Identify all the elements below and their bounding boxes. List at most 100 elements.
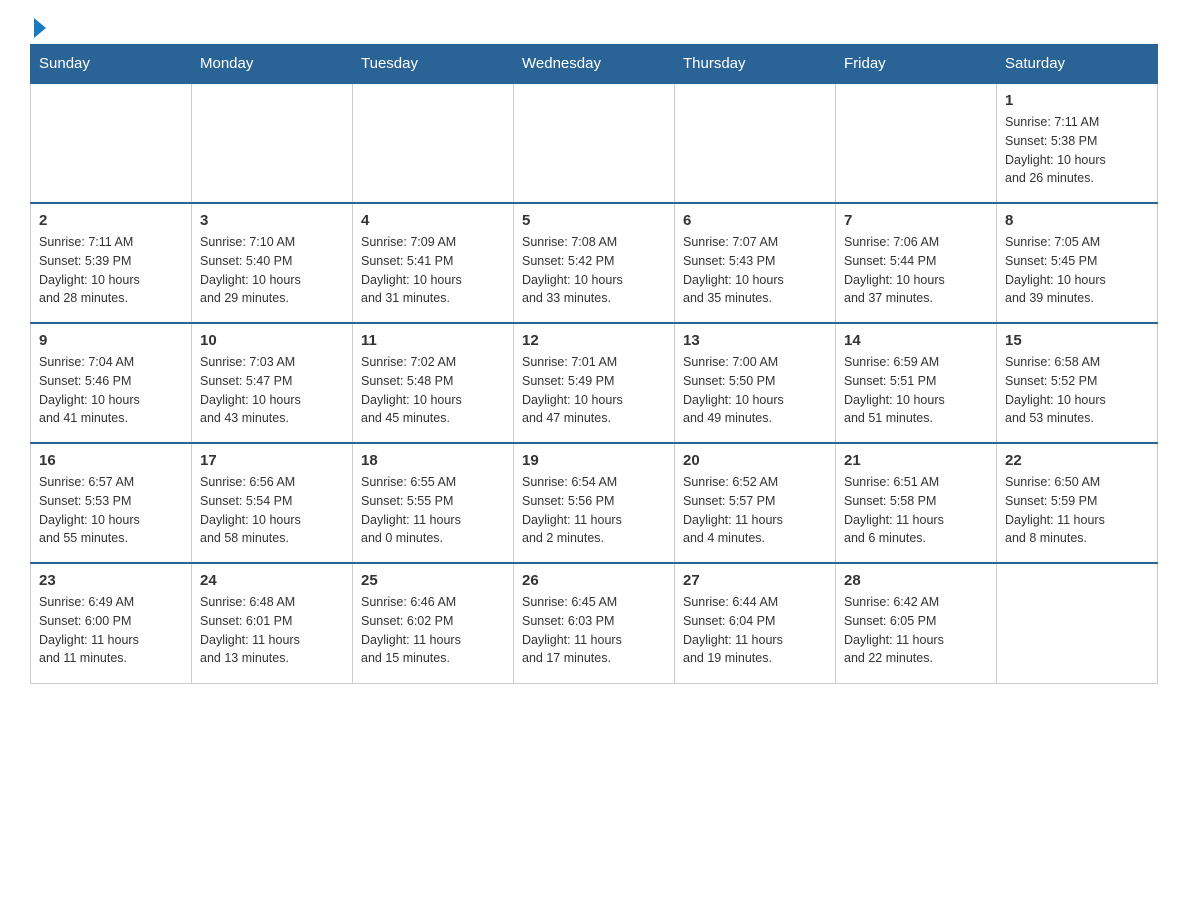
- calendar-cell: [997, 563, 1158, 683]
- day-number: 22: [1005, 452, 1149, 469]
- day-info: Sunrise: 6:48 AM Sunset: 6:01 PM Dayligh…: [200, 593, 344, 668]
- calendar-cell: 16 Sunrise: 6:57 AM Sunset: 5:53 PM Dayli…: [31, 443, 192, 563]
- day-number: 19: [522, 452, 666, 469]
- calendar-cell: 27 Sunrise: 6:44 AM Sunset: 6:04 PM Dayli…: [675, 563, 836, 683]
- calendar-cell: 6 Sunrise: 7:07 AM Sunset: 5:43 PM Daylig…: [675, 203, 836, 323]
- day-info: Sunrise: 7:09 AM Sunset: 5:41 PM Dayligh…: [361, 233, 505, 308]
- day-number: 12: [522, 332, 666, 349]
- day-number: 27: [683, 572, 827, 589]
- calendar-week-row: 9 Sunrise: 7:04 AM Sunset: 5:46 PM Daylig…: [31, 323, 1158, 443]
- day-number: 6: [683, 212, 827, 229]
- day-number: 26: [522, 572, 666, 589]
- day-info: Sunrise: 6:58 AM Sunset: 5:52 PM Dayligh…: [1005, 353, 1149, 428]
- calendar-cell: 14 Sunrise: 6:59 AM Sunset: 5:51 PM Dayli…: [836, 323, 997, 443]
- day-number: 3: [200, 212, 344, 229]
- calendar-cell: 17Sunrise: 6:56 AM Sunset: 5:54 PM Dayli…: [192, 443, 353, 563]
- day-info: Sunrise: 6:51 AM Sunset: 5:58 PM Dayligh…: [844, 473, 988, 548]
- day-info: Sunrise: 6:50 AM Sunset: 5:59 PM Dayligh…: [1005, 473, 1149, 548]
- calendar-week-row: 23 Sunrise: 6:49 AM Sunset: 6:00 PM Dayli…: [31, 563, 1158, 683]
- day-number: 8: [1005, 212, 1149, 229]
- calendar-cell: 22 Sunrise: 6:50 AM Sunset: 5:59 PM Dayli…: [997, 443, 1158, 563]
- calendar-cell: 4Sunrise: 7:09 AM Sunset: 5:41 PM Daylig…: [353, 203, 514, 323]
- day-number: 21: [844, 452, 988, 469]
- calendar-cell: 10 Sunrise: 7:03 AM Sunset: 5:47 PM Dayli…: [192, 323, 353, 443]
- calendar-cell: 11 Sunrise: 7:02 AM Sunset: 5:48 PM Dayli…: [353, 323, 514, 443]
- day-number: 23: [39, 572, 183, 589]
- day-number: 11: [361, 332, 505, 349]
- calendar-cell: 1 Sunrise: 7:11 AM Sunset: 5:38 PM Daylig…: [997, 83, 1158, 203]
- calendar-cell: 26Sunrise: 6:45 AM Sunset: 6:03 PM Dayli…: [514, 563, 675, 683]
- calendar-cell: 24 Sunrise: 6:48 AM Sunset: 6:01 PM Dayli…: [192, 563, 353, 683]
- day-number: 18: [361, 452, 505, 469]
- calendar-cell: 7 Sunrise: 7:06 AM Sunset: 5:44 PM Daylig…: [836, 203, 997, 323]
- day-number: 10: [200, 332, 344, 349]
- day-info: Sunrise: 6:56 AM Sunset: 5:54 PM Dayligh…: [200, 473, 344, 548]
- day-info: Sunrise: 7:08 AM Sunset: 5:42 PM Dayligh…: [522, 233, 666, 308]
- day-info: Sunrise: 6:55 AM Sunset: 5:55 PM Dayligh…: [361, 473, 505, 548]
- day-info: Sunrise: 6:42 AM Sunset: 6:05 PM Dayligh…: [844, 593, 988, 668]
- day-info: Sunrise: 6:46 AM Sunset: 6:02 PM Dayligh…: [361, 593, 505, 668]
- day-number: 20: [683, 452, 827, 469]
- logo: [30, 20, 46, 34]
- calendar-cell: 8Sunrise: 7:05 AM Sunset: 5:45 PM Daylig…: [997, 203, 1158, 323]
- calendar-cell: 19 Sunrise: 6:54 AM Sunset: 5:56 PM Dayli…: [514, 443, 675, 563]
- calendar-cell: [31, 83, 192, 203]
- calendar-cell: 25 Sunrise: 6:46 AM Sunset: 6:02 PM Dayli…: [353, 563, 514, 683]
- day-number: 9: [39, 332, 183, 349]
- calendar-cell: 15 Sunrise: 6:58 AM Sunset: 5:52 PM Dayli…: [997, 323, 1158, 443]
- day-info: Sunrise: 7:10 AM Sunset: 5:40 PM Dayligh…: [200, 233, 344, 308]
- day-info: Sunrise: 7:11 AM Sunset: 5:38 PM Dayligh…: [1005, 113, 1149, 188]
- column-header-wednesday: Wednesday: [514, 45, 675, 84]
- calendar-cell: 28 Sunrise: 6:42 AM Sunset: 6:05 PM Dayli…: [836, 563, 997, 683]
- day-number: 16: [39, 452, 183, 469]
- calendar-week-row: 1 Sunrise: 7:11 AM Sunset: 5:38 PM Daylig…: [31, 83, 1158, 203]
- calendar-cell: 13 Sunrise: 7:00 AM Sunset: 5:50 PM Dayli…: [675, 323, 836, 443]
- day-number: 2: [39, 212, 183, 229]
- calendar-cell: [353, 83, 514, 203]
- calendar-cell: 12 Sunrise: 7:01 AM Sunset: 5:49 PM Dayli…: [514, 323, 675, 443]
- column-header-tuesday: Tuesday: [353, 45, 514, 84]
- day-info: Sunrise: 6:44 AM Sunset: 6:04 PM Dayligh…: [683, 593, 827, 668]
- calendar-cell: 9 Sunrise: 7:04 AM Sunset: 5:46 PM Daylig…: [31, 323, 192, 443]
- calendar-week-row: 2 Sunrise: 7:11 AM Sunset: 5:39 PM Daylig…: [31, 203, 1158, 323]
- column-header-thursday: Thursday: [675, 45, 836, 84]
- calendar-cell: 2 Sunrise: 7:11 AM Sunset: 5:39 PM Daylig…: [31, 203, 192, 323]
- day-number: 28: [844, 572, 988, 589]
- calendar-cell: 3 Sunrise: 7:10 AM Sunset: 5:40 PM Daylig…: [192, 203, 353, 323]
- calendar-cell: 23 Sunrise: 6:49 AM Sunset: 6:00 PM Dayli…: [31, 563, 192, 683]
- calendar-week-row: 16 Sunrise: 6:57 AM Sunset: 5:53 PM Dayli…: [31, 443, 1158, 563]
- day-info: Sunrise: 7:01 AM Sunset: 5:49 PM Dayligh…: [522, 353, 666, 428]
- day-number: 25: [361, 572, 505, 589]
- column-header-sunday: Sunday: [31, 45, 192, 84]
- calendar-cell: 20Sunrise: 6:52 AM Sunset: 5:57 PM Dayli…: [675, 443, 836, 563]
- column-header-monday: Monday: [192, 45, 353, 84]
- logo-arrow-icon: [34, 18, 46, 38]
- calendar-cell: 5Sunrise: 7:08 AM Sunset: 5:42 PM Daylig…: [514, 203, 675, 323]
- day-info: Sunrise: 7:00 AM Sunset: 5:50 PM Dayligh…: [683, 353, 827, 428]
- day-info: Sunrise: 6:57 AM Sunset: 5:53 PM Dayligh…: [39, 473, 183, 548]
- column-header-saturday: Saturday: [997, 45, 1158, 84]
- day-info: Sunrise: 7:06 AM Sunset: 5:44 PM Dayligh…: [844, 233, 988, 308]
- day-number: 13: [683, 332, 827, 349]
- day-info: Sunrise: 7:03 AM Sunset: 5:47 PM Dayligh…: [200, 353, 344, 428]
- calendar-table: SundayMondayTuesdayWednesdayThursdayFrid…: [30, 44, 1158, 684]
- day-number: 24: [200, 572, 344, 589]
- calendar-cell: [836, 83, 997, 203]
- calendar-cell: [514, 83, 675, 203]
- calendar-header-row: SundayMondayTuesdayWednesdayThursdayFrid…: [31, 45, 1158, 84]
- day-number: 7: [844, 212, 988, 229]
- day-number: 14: [844, 332, 988, 349]
- calendar-cell: 21 Sunrise: 6:51 AM Sunset: 5:58 PM Dayli…: [836, 443, 997, 563]
- day-number: 1: [1005, 92, 1149, 109]
- page-header: [30, 20, 1158, 34]
- day-info: Sunrise: 7:04 AM Sunset: 5:46 PM Dayligh…: [39, 353, 183, 428]
- day-info: Sunrise: 7:07 AM Sunset: 5:43 PM Dayligh…: [683, 233, 827, 308]
- day-info: Sunrise: 6:49 AM Sunset: 6:00 PM Dayligh…: [39, 593, 183, 668]
- calendar-cell: [192, 83, 353, 203]
- day-info: Sunrise: 7:11 AM Sunset: 5:39 PM Dayligh…: [39, 233, 183, 308]
- day-info: Sunrise: 6:59 AM Sunset: 5:51 PM Dayligh…: [844, 353, 988, 428]
- day-info: Sunrise: 7:02 AM Sunset: 5:48 PM Dayligh…: [361, 353, 505, 428]
- calendar-cell: 18 Sunrise: 6:55 AM Sunset: 5:55 PM Dayli…: [353, 443, 514, 563]
- day-info: Sunrise: 6:54 AM Sunset: 5:56 PM Dayligh…: [522, 473, 666, 548]
- day-number: 15: [1005, 332, 1149, 349]
